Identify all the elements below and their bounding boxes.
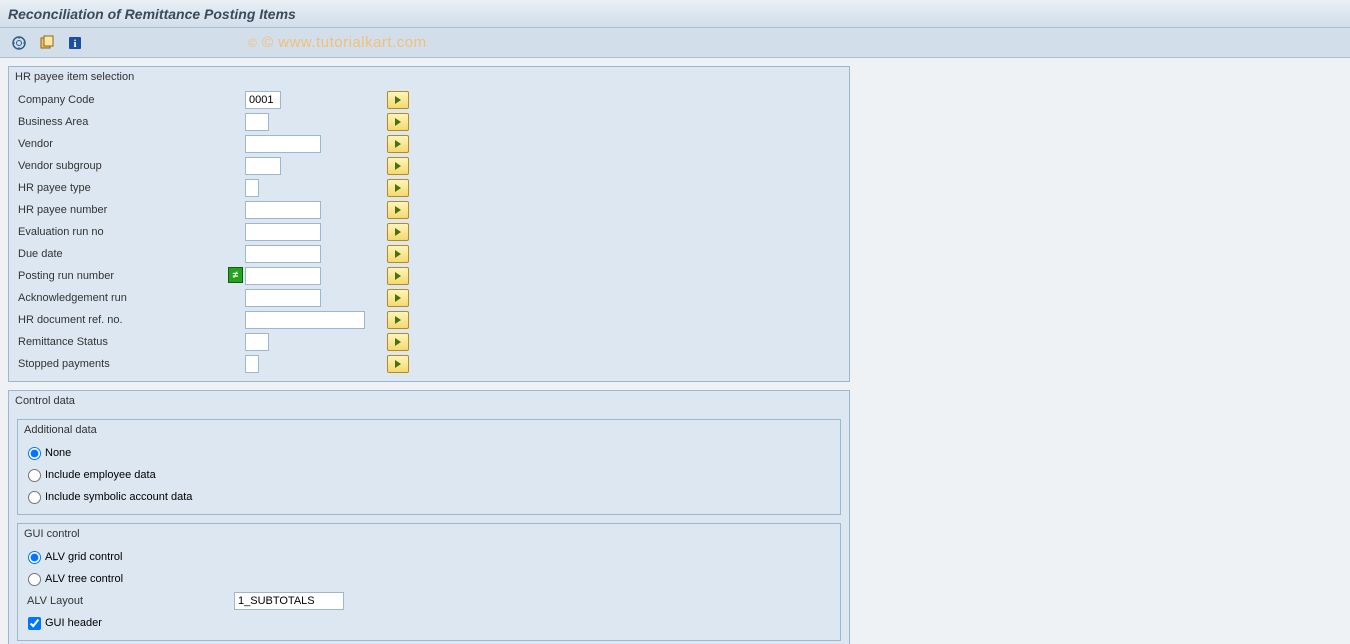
panel-title: HR payee item selection <box>9 67 849 87</box>
stopped-pmt-multi-button[interactable] <box>387 355 409 373</box>
due-date-label: Due date <box>15 248 245 260</box>
control-data-panel: Control data Additional data None Includ… <box>8 390 850 644</box>
remit-status-label: Remittance Status <box>15 336 245 348</box>
page-title: Reconciliation of Remittance Posting Ite… <box>8 6 296 22</box>
gui-tree-radio[interactable] <box>28 573 41 586</box>
posting-run-no-multi-button[interactable] <box>387 267 409 285</box>
company-code-input[interactable] <box>245 91 281 109</box>
alv-layout-label: ALV Layout <box>24 595 234 607</box>
hr-doc-ref-multi-button[interactable] <box>387 311 409 329</box>
ack-run-input[interactable] <box>245 289 321 307</box>
gui-grid-label: ALV grid control <box>45 551 122 563</box>
hr-payee-selection-panel: HR payee item selection Company Code Bus… <box>8 66 850 382</box>
additional-data-panel: Additional data None Include employee da… <box>17 419 841 515</box>
hr-payee-number-label: HR payee number <box>15 204 245 216</box>
remit-status-input[interactable] <box>245 333 269 351</box>
panel-title: Additional data <box>18 420 840 440</box>
due-date-input[interactable] <box>245 245 321 263</box>
not-equal-indicator-icon[interactable]: ≠ <box>228 267 243 283</box>
toolbar: i <box>0 28 1350 58</box>
panel-title: GUI control <box>18 524 840 544</box>
vendor-subgroup-label: Vendor subgroup <box>15 160 245 172</box>
addl-emp-radio[interactable] <box>28 469 41 482</box>
vendor-multi-button[interactable] <box>387 135 409 153</box>
addl-none-label: None <box>45 447 71 459</box>
business-area-input[interactable] <box>245 113 269 131</box>
svg-text:i: i <box>73 38 76 50</box>
hr-payee-type-label: HR payee type <box>15 182 245 194</box>
remit-status-multi-button[interactable] <box>387 333 409 351</box>
posting-run-no-label: Posting run number <box>15 270 245 282</box>
business-area-label: Business Area <box>15 116 245 128</box>
eval-run-no-label: Evaluation run no <box>15 226 245 238</box>
stopped-pmt-input[interactable] <box>245 355 259 373</box>
execute-icon[interactable] <box>8 32 30 54</box>
hr-doc-ref-label: HR document ref. no. <box>15 314 245 326</box>
gui-tree-label: ALV tree control <box>45 573 123 585</box>
vendor-label: Vendor <box>15 138 245 150</box>
vendor-input[interactable] <box>245 135 321 153</box>
hr-payee-type-multi-button[interactable] <box>387 179 409 197</box>
gui-control-panel: GUI control ALV grid control ALV tree co… <box>17 523 841 641</box>
gui-header-checkbox[interactable] <box>28 617 41 630</box>
panel-title: Control data <box>9 391 849 411</box>
ack-run-multi-button[interactable] <box>387 289 409 307</box>
variant-icon[interactable] <box>36 32 58 54</box>
company-code-label: Company Code <box>15 94 245 106</box>
addl-none-radio[interactable] <box>28 447 41 460</box>
company-code-multi-button[interactable] <box>387 91 409 109</box>
addl-sym-label: Include symbolic account data <box>45 491 192 503</box>
addl-sym-radio[interactable] <box>28 491 41 504</box>
hr-payee-number-multi-button[interactable] <box>387 201 409 219</box>
stopped-pmt-label: Stopped payments <box>15 358 245 370</box>
content-area[interactable]: HR payee item selection Company Code Bus… <box>0 58 1350 644</box>
info-icon[interactable]: i <box>64 32 86 54</box>
addl-emp-label: Include employee data <box>45 469 156 481</box>
ack-run-label: Acknowledgement run <box>15 292 245 304</box>
title-bar: Reconciliation of Remittance Posting Ite… <box>0 0 1350 28</box>
vendor-subgroup-multi-button[interactable] <box>387 157 409 175</box>
hr-payee-type-input[interactable] <box>245 179 259 197</box>
due-date-multi-button[interactable] <box>387 245 409 263</box>
alv-layout-input[interactable] <box>234 592 344 610</box>
hr-doc-ref-input[interactable] <box>245 311 365 329</box>
hr-payee-number-input[interactable] <box>245 201 321 219</box>
gui-header-label: GUI header <box>45 617 102 629</box>
eval-run-no-multi-button[interactable] <box>387 223 409 241</box>
gui-grid-radio[interactable] <box>28 551 41 564</box>
eval-run-no-input[interactable] <box>245 223 321 241</box>
posting-run-no-input[interactable] <box>245 267 321 285</box>
business-area-multi-button[interactable] <box>387 113 409 131</box>
vendor-subgroup-input[interactable] <box>245 157 281 175</box>
